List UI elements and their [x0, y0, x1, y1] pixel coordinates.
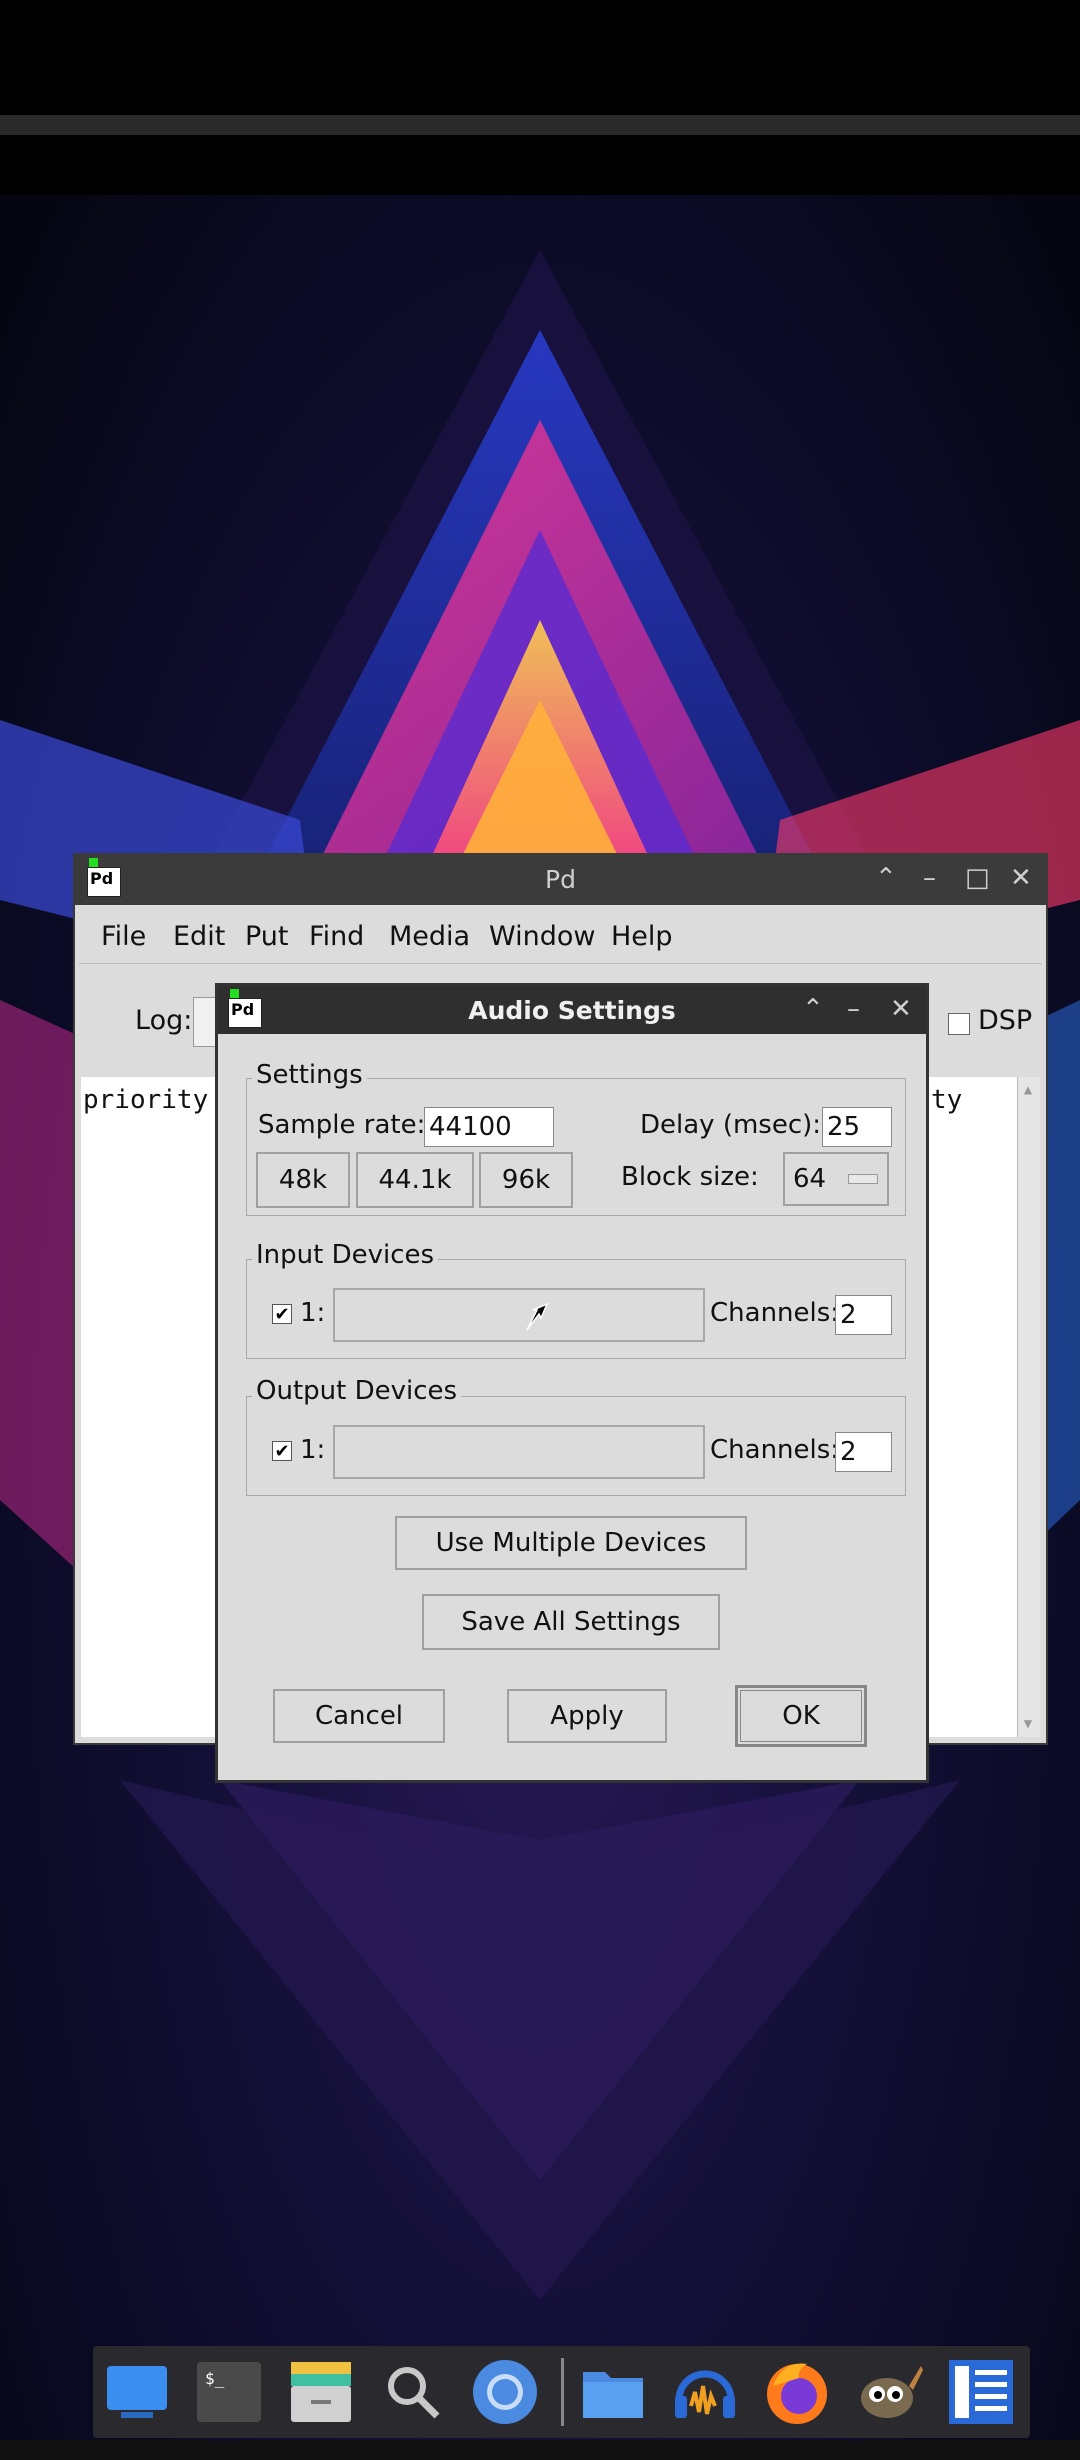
output-device-index: 1:	[300, 1435, 326, 1465]
output-device-select[interactable]	[333, 1425, 705, 1479]
console-line-right: ty	[931, 1085, 963, 1115]
rate-48k-button[interactable]: 48k	[256, 1152, 350, 1208]
console-scrollbar[interactable]: ▲ ▼	[1017, 1077, 1040, 1737]
scroll-up-icon[interactable]: ▲	[1020, 1081, 1036, 1099]
input-devices-label: Input Devices	[252, 1240, 439, 1270]
close-icon[interactable]: ✕	[1010, 863, 1032, 893]
bottom-bar	[0, 2440, 1080, 2460]
block-size-label: Block size:	[621, 1162, 759, 1192]
log-label: Log:	[135, 1005, 193, 1036]
search-icon[interactable]	[377, 2356, 449, 2428]
input-channels-label: Channels:	[710, 1298, 840, 1328]
audio-settings-titlebar[interactable]: Pd Audio Settings ⌃ – ✕	[218, 986, 926, 1034]
delay-label: Delay (msec):	[640, 1110, 822, 1140]
output-device-checkbox[interactable]: ✔	[272, 1441, 292, 1462]
audacity-icon[interactable]	[669, 2356, 741, 2428]
block-size-select[interactable]: 64	[783, 1152, 889, 1206]
svg-text:$_: $_	[205, 2369, 225, 2388]
block-size-value: 64	[793, 1164, 827, 1194]
output-devices-label: Output Devices	[252, 1376, 462, 1406]
minimize-icon[interactable]: –	[923, 863, 936, 893]
scroll-down-icon[interactable]: ▼	[1020, 1715, 1036, 1733]
top-status-area	[0, 0, 1080, 195]
sample-rate-input[interactable]: 44100	[424, 1107, 554, 1147]
close-icon[interactable]: ✕	[890, 994, 912, 1024]
desktop-icon[interactable]	[101, 2356, 173, 2428]
top-strip	[0, 115, 1080, 135]
menu-window[interactable]: Window	[489, 921, 595, 952]
terminal-icon[interactable]: $_	[193, 2356, 265, 2428]
chromium-icon[interactable]	[469, 2356, 541, 2428]
pd-titlebar[interactable]: Pd Pd ⌃ – □ ✕	[75, 855, 1046, 905]
menu-media[interactable]: Media	[389, 921, 470, 952]
apply-button[interactable]: Apply	[507, 1689, 667, 1743]
files-stack-icon[interactable]	[285, 2356, 357, 2428]
text-editor-icon[interactable]	[945, 2356, 1017, 2428]
menu-edit[interactable]: Edit	[173, 921, 225, 952]
audio-settings-dialog: Pd Audio Settings ⌃ – ✕ Settings Sample …	[215, 983, 929, 1783]
firefox-icon[interactable]	[761, 2356, 833, 2428]
use-multiple-devices-button[interactable]: Use Multiple Devices	[395, 1516, 747, 1570]
input-device-index: 1:	[300, 1298, 326, 1328]
ok-button[interactable]: OK	[735, 1685, 867, 1747]
sample-rate-label: Sample rate:	[258, 1110, 426, 1140]
input-device-select[interactable]	[333, 1288, 705, 1342]
folder-icon[interactable]	[577, 2356, 649, 2428]
delay-input[interactable]: 25	[822, 1107, 892, 1147]
rate-44-1k-button[interactable]: 44.1k	[356, 1152, 474, 1208]
mouse-cursor-icon	[526, 1302, 549, 1331]
rate-96k-button[interactable]: 96k	[479, 1152, 573, 1208]
shade-icon[interactable]: ⌃	[875, 863, 897, 893]
dropdown-indicator-icon	[848, 1174, 878, 1184]
dsp-checkbox[interactable]	[948, 1013, 970, 1035]
minimize-icon[interactable]: –	[847, 994, 860, 1024]
input-channels-input[interactable]: 2	[835, 1295, 892, 1335]
input-device-checkbox[interactable]: ✔	[272, 1304, 292, 1325]
cancel-button[interactable]: Cancel	[273, 1689, 445, 1743]
gimp-icon[interactable]	[853, 2356, 925, 2428]
menu-put[interactable]: Put	[245, 921, 289, 952]
menu-find[interactable]: Find	[309, 921, 364, 952]
taskbar-dock: $_	[93, 2346, 1030, 2438]
dsp-label: DSP	[978, 1005, 1033, 1036]
shade-icon[interactable]: ⌃	[802, 994, 824, 1024]
save-all-settings-button[interactable]: Save All Settings	[422, 1594, 720, 1650]
console-line-left: priority	[83, 1085, 209, 1115]
output-channels-input[interactable]: 2	[835, 1432, 892, 1472]
pd-menubar: File Edit Put Find Media Window Help	[79, 907, 1042, 964]
output-channels-label: Channels:	[710, 1435, 840, 1465]
maximize-icon[interactable]: □	[965, 863, 990, 893]
settings-group-label: Settings	[252, 1060, 367, 1090]
menu-help[interactable]: Help	[611, 921, 673, 952]
dock-separator	[561, 2358, 564, 2426]
pd-window-title: Pd	[545, 865, 576, 894]
menu-file[interactable]: File	[101, 921, 146, 952]
